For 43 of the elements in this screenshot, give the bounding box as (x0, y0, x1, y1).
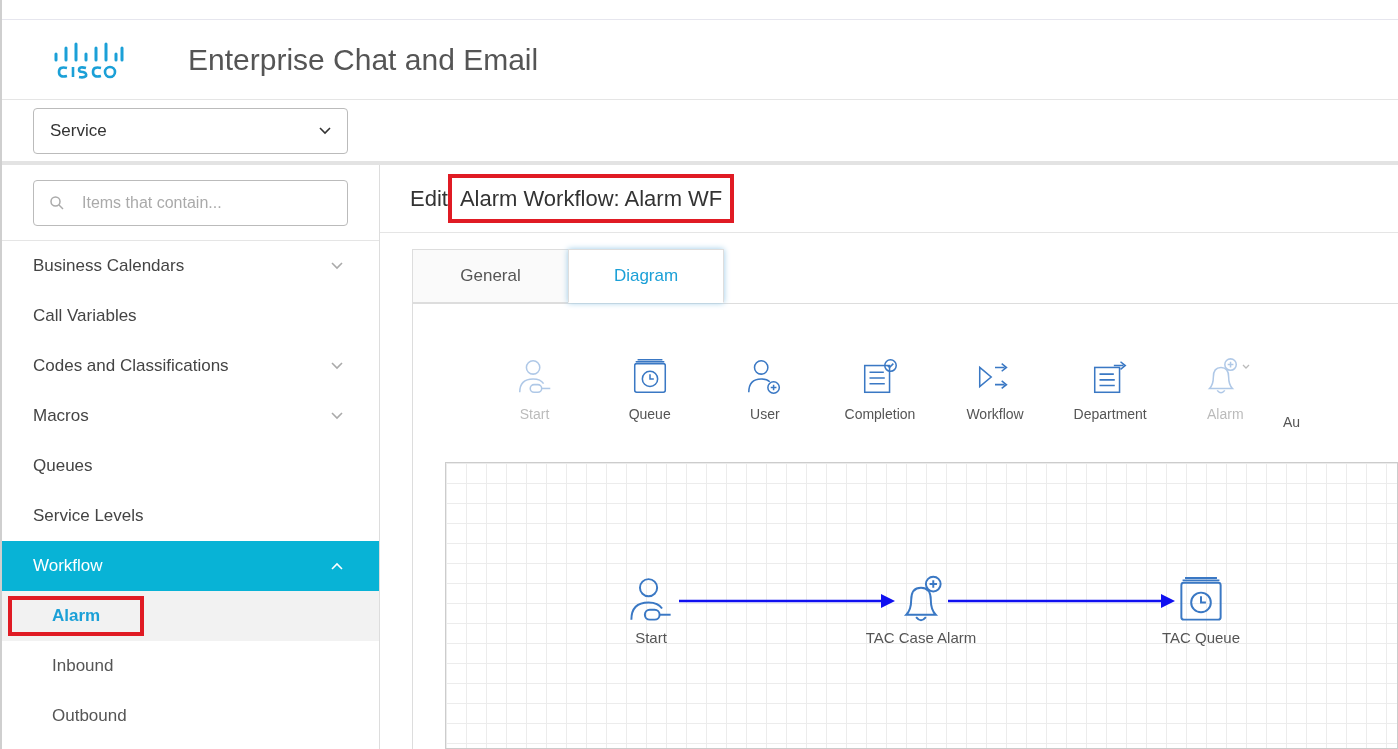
sidebar-item-label: Call Variables (33, 305, 137, 328)
sidebar-item[interactable]: Queues (2, 441, 379, 491)
sidebar-subitem[interactable]: Inbound (2, 641, 379, 691)
diagram-node[interactable]: TAC Queue (1141, 573, 1261, 650)
tab[interactable]: General (412, 249, 568, 303)
toolbar-button[interactable]: Department (1052, 356, 1168, 425)
sidebar-item-label: Queues (33, 455, 93, 478)
department-select[interactable]: Service (33, 107, 348, 154)
sidebar-subitem[interactable]: Outbound (2, 691, 379, 741)
sidebar-item-label: Macros (33, 405, 89, 428)
sidebar-item[interactable]: Service Levels (2, 491, 379, 541)
page-title-prefix: Edit (410, 185, 448, 213)
sidebar-item[interactable]: Codes and Classifications (2, 341, 379, 391)
chevron-down-icon (331, 262, 343, 270)
search-field[interactable]: Items that contain... (33, 179, 348, 226)
caret-icon (1242, 364, 1251, 370)
node-label: TAC Queue (1161, 628, 1241, 648)
toolbar-button[interactable]: Workflow (937, 356, 1053, 425)
subitem-label: Alarm (8, 596, 145, 636)
sidebar-item-label: Business Calendars (33, 255, 185, 278)
chevron-down-icon (319, 126, 331, 135)
sidebar-item-label: Service Levels (33, 505, 144, 528)
subitem-label: Outbound (51, 705, 128, 728)
toolbar-button[interactable]: Au (1282, 356, 1398, 433)
sidebar-item[interactable]: Macros (2, 391, 379, 441)
diagram-node[interactable]: TAC Case Alarm (861, 573, 981, 650)
sidebar-item-label: Codes and Classifications (33, 355, 229, 378)
toolbar-button[interactable]: Queue (592, 356, 708, 425)
diagram-node[interactable]: Start (591, 573, 711, 650)
chevron-down-icon (331, 412, 343, 420)
node-label: Start (635, 628, 667, 648)
chevron-up-icon (331, 562, 343, 570)
search-icon (49, 194, 65, 211)
toolbar-button[interactable]: User (707, 356, 823, 425)
sidebar-item-label: Workflow (33, 555, 103, 578)
toolbar-button[interactable]: Completion (822, 356, 938, 425)
node-label: TAC Case Alarm (865, 628, 977, 648)
app-title: Enterprise Chat and Email (188, 42, 539, 78)
chevron-down-icon (331, 362, 343, 370)
page-title: Alarm Workflow: Alarm WF (447, 174, 735, 223)
sidebar-item[interactable]: Call Variables (2, 291, 379, 341)
subitem-label: Inbound (51, 655, 115, 678)
sidebar-item[interactable]: Business Calendars (2, 241, 379, 291)
